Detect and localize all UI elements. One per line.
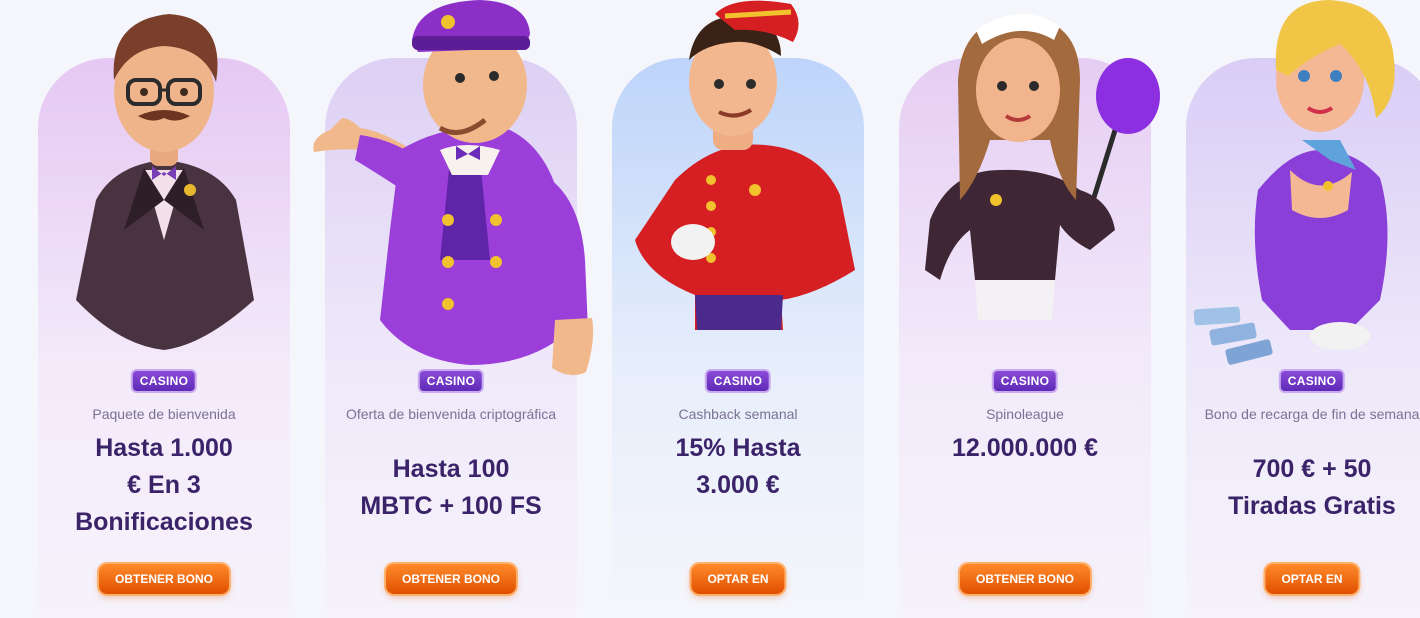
offer-subtitle: Paquete de bienvenida [92, 406, 236, 422]
promotions-carousel: CASINO Paquete de bienvenida Hasta 1.000… [0, 0, 1420, 618]
card-background [899, 58, 1151, 618]
get-bonus-button[interactable]: OBTENER BONO [98, 564, 230, 594]
offer-amount-line: MBTC + 100 FS [360, 492, 542, 520]
offer-subtitle: Bono de recarga de fin de semana [1204, 406, 1420, 422]
offer-amount-line: Tiradas Gratis [1228, 492, 1396, 520]
offer-subtitle: Cashback semanal [678, 406, 798, 422]
offer-card-spinoleague[interactable]: CASINO Spinoleague 12.000.000 € OBTENER … [899, 58, 1151, 618]
offer-amount-line: 700 € + 50 [1252, 455, 1372, 483]
offer-card-weekly-cashback[interactable]: CASINO Cashback semanal 15% Hasta 3.000 … [612, 58, 864, 618]
card-background [325, 58, 577, 618]
offer-amount-line: Bonificaciones [75, 508, 253, 536]
opt-in-button[interactable]: OPTAR EN [1265, 564, 1359, 594]
card-background [612, 58, 864, 618]
category-badge: CASINO [419, 371, 483, 391]
get-bonus-button[interactable]: OBTENER BONO [959, 564, 1091, 594]
offer-amount-line: 3.000 € [696, 471, 780, 499]
get-bonus-button[interactable]: OBTENER BONO [385, 564, 517, 594]
offer-amount-line: 12.000.000 € [952, 434, 1098, 462]
offer-subtitle: Oferta de bienvenida criptográfica [345, 406, 557, 422]
offer-subtitle: Spinoleague [986, 406, 1064, 422]
offer-card-welcome-package[interactable]: CASINO Paquete de bienvenida Hasta 1.000… [38, 58, 290, 618]
category-badge: CASINO [706, 371, 770, 391]
offer-card-weekend-reload[interactable]: CASINO Bono de recarga de fin de semana … [1186, 58, 1420, 618]
offer-amount-line: Hasta 100 [392, 455, 510, 483]
offer-amount-line: Hasta 1.000 [95, 434, 233, 462]
offer-card-crypto-welcome[interactable]: CASINO Oferta de bienvenida criptográfic… [325, 58, 577, 618]
card-background [1186, 58, 1420, 618]
category-badge: CASINO [132, 371, 196, 391]
offer-amount-line: 15% Hasta [675, 434, 801, 462]
opt-in-button[interactable]: OPTAR EN [691, 564, 785, 594]
category-badge: CASINO [1280, 371, 1344, 391]
offer-amount-line: € En 3 [127, 471, 201, 499]
category-badge: CASINO [993, 371, 1057, 391]
